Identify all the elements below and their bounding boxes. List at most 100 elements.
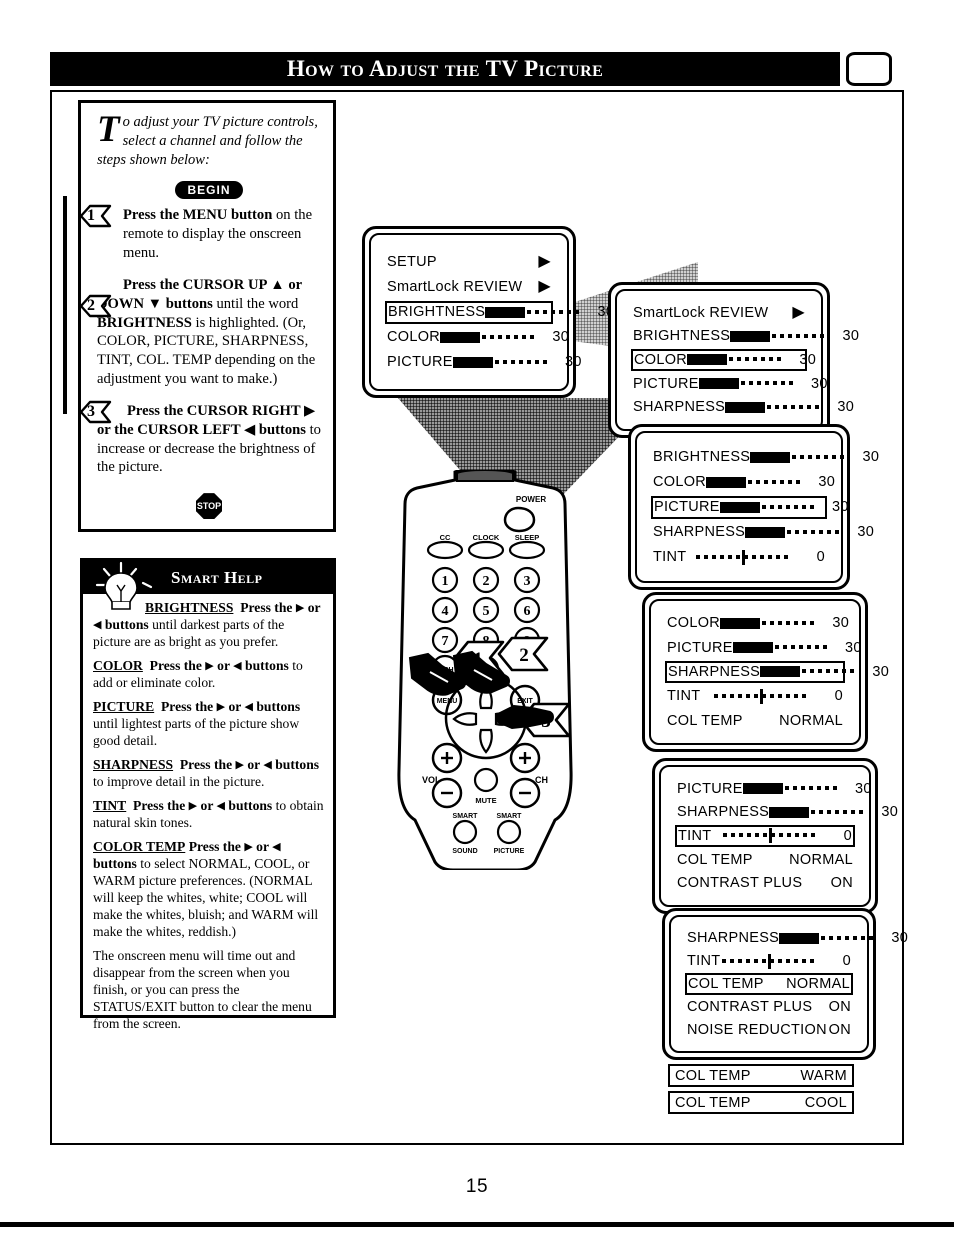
osd-strip-cool-label: COL TEMP xyxy=(675,1094,751,1111)
bottom-rule xyxy=(0,1222,954,1227)
help-entry-color-temp: COLOR TEMP Press the ▶ or ◀ buttons to s… xyxy=(93,838,319,939)
osd-row[interactable]: TINT 0 xyxy=(675,825,855,847)
osd-row[interactable]: COLOR 30 xyxy=(631,349,816,371)
osd-row[interactable]: COL TEMP NORMAL xyxy=(675,849,855,871)
callout-2-number: 2 xyxy=(519,645,529,666)
step-2: 2 Press the CURSOR UP ▲ or DOWN ▼ button… xyxy=(79,276,321,388)
step-3-text: Press the CURSOR RIGHT ▶ or the CURSOR L… xyxy=(97,403,321,476)
osd-row[interactable]: CONTRAST PLUS ON xyxy=(685,997,853,1018)
osd-row[interactable]: COL TEMP NORMAL xyxy=(685,973,853,995)
tv-icon xyxy=(846,52,892,86)
osd-row[interactable]: SHARPNESS 30 xyxy=(631,396,854,418)
osd-row-label: PICTURE xyxy=(677,780,743,797)
remote-key-menu: MENU xyxy=(437,698,458,705)
osd-row-label: PICTURE xyxy=(387,354,453,370)
osd-row-label: CONTRAST PLUS xyxy=(677,875,803,892)
osd-row-label: SHARPNESS xyxy=(668,663,761,680)
osd-row[interactable]: NOISE REDUCTION ON xyxy=(685,1019,853,1040)
osd-row[interactable]: TINT 0 xyxy=(685,951,853,972)
osd-row[interactable]: COL TEMP NORMAL xyxy=(665,710,845,732)
remote-label-power: POWER xyxy=(516,495,546,504)
osd-row-value: 30 xyxy=(842,328,860,345)
osd-row[interactable]: PICTURE 30 xyxy=(631,373,827,395)
osd-row-value: 30 xyxy=(811,375,828,392)
osd-row-label: TINT xyxy=(653,549,687,565)
osd-level-bar xyxy=(452,356,549,369)
osd-row[interactable]: COLOR 30 xyxy=(385,326,569,349)
osd-level-bar xyxy=(732,641,829,654)
osd-row-value: 0 xyxy=(834,688,843,705)
osd-row[interactable]: PICTURE 30 xyxy=(665,636,861,658)
begin-badge-wrap: BEGIN xyxy=(97,181,321,200)
osd-row-value: 30 xyxy=(799,351,817,368)
osd-row-label: SmartLock REVIEW xyxy=(633,304,769,321)
osd-row[interactable]: COLOR 30 xyxy=(651,471,835,494)
step-3: 3 Press the CURSOR RIGHT ▶ or the CURSOR… xyxy=(79,401,321,477)
osd-level-bar xyxy=(698,377,795,390)
osd-level-bar xyxy=(779,932,876,945)
osd-row[interactable]: SHARPNESS 30 xyxy=(675,802,898,824)
osd-row[interactable]: TINT 0 xyxy=(665,685,845,707)
osd-row-value: 30 xyxy=(855,780,872,797)
pointing-hand-3 xyxy=(497,704,554,730)
remote-key-4: 4 xyxy=(442,604,449,619)
smart-help-body: BRIGHTNESS Press the ▶ or ◀ buttons unti… xyxy=(83,594,333,1044)
osd-row-value: 0 xyxy=(843,827,852,844)
step-2-number: 2 xyxy=(87,297,95,315)
osd-row-value: 30 xyxy=(845,639,862,656)
osd-level-bar xyxy=(720,617,817,630)
osd-level-bar xyxy=(440,331,537,344)
step-1: 1 Press the MENU button on the remote to… xyxy=(79,205,321,262)
osd-row-label: SHARPNESS xyxy=(687,930,780,947)
osd-row-label: SHARPNESS xyxy=(633,399,726,416)
step-3-number: 3 xyxy=(87,403,95,421)
osd-panel-col-temp: SHARPNESS 30 TINT 0 COL TEMP NORMAL CONTRAST P… xyxy=(662,908,908,1060)
intro-text: o adjust your TV picture controls, selec… xyxy=(97,114,318,169)
osd-panel-sharpness: COLOR 30 PICTURE 30 SHARPNESS 30 TINT 0 COL TEMP… xyxy=(642,592,889,752)
osd-level-bar xyxy=(760,665,857,678)
osd-level-bar xyxy=(750,451,847,464)
intro-paragraph: To adjust your TV picture controls, sele… xyxy=(97,111,321,170)
osd-row-value: NORMAL xyxy=(789,851,853,868)
osd-row-value: ON xyxy=(830,875,853,892)
osd-row[interactable]: PICTURE 30 xyxy=(675,778,871,800)
osd-panel-setup: SETUP ▶ SmartLock REVIEW ▶ BRIGHTNESS 30 COLOR… xyxy=(362,226,614,398)
step-1-marker: 1 xyxy=(79,204,113,228)
osd-row[interactable]: BRIGHTNESS 30 xyxy=(631,326,859,348)
osd-row-label: BRIGHTNESS xyxy=(633,328,731,345)
remote-key-5: 5 xyxy=(483,604,490,619)
osd-row-label: COL TEMP xyxy=(688,975,764,992)
osd-row[interactable]: PICTURE 30 xyxy=(651,495,848,519)
osd-level-bar xyxy=(742,782,839,795)
osd-row[interactable]: SHARPNESS 30 xyxy=(665,660,889,684)
remote-label-clock: CLOCK xyxy=(473,533,500,542)
osd-row[interactable]: SmartLock REVIEW ▶ xyxy=(385,276,553,299)
osd-row-value: 0 xyxy=(842,953,851,970)
osd-row[interactable]: CONTRAST PLUS ON xyxy=(675,872,855,894)
page-title: How to Adjust the TV Picture xyxy=(286,56,604,81)
osd-row-label: COL TEMP xyxy=(667,712,743,729)
step-2-text: Press the CURSOR UP ▲ or DOWN ▼ buttons … xyxy=(97,277,316,387)
help-entry-color: COLOR Press the ▶ or ◀ buttons to add or… xyxy=(93,657,303,690)
osd-level-bar xyxy=(485,306,582,319)
step-connector-line xyxy=(63,196,67,414)
osd-row[interactable]: SHARPNESS 30 xyxy=(651,521,874,544)
osd-row[interactable]: PICTURE 30 xyxy=(385,351,581,374)
remote-key-2: 2 xyxy=(483,574,490,589)
osd-row[interactable]: TINT 0 xyxy=(651,546,827,569)
help-entry-tint: TINT Press the ▶ or ◀ buttons to obtain … xyxy=(93,797,324,830)
osd-strip-warm: COL TEMP WARM xyxy=(668,1064,854,1087)
step-1-number: 1 xyxy=(87,207,95,225)
osd-row[interactable]: SETUP ▶ xyxy=(385,251,553,274)
osd-row[interactable]: SHARPNESS 30 xyxy=(685,928,908,949)
osd-row[interactable]: BRIGHTNESS 30 xyxy=(385,300,614,324)
page-header-bar: How to Adjust the TV Picture xyxy=(50,52,840,86)
step-1-text: Press the MENU button on the remote to d… xyxy=(123,207,313,261)
osd-row[interactable]: SmartLock REVIEW ▶ xyxy=(631,302,807,324)
osd-row[interactable]: COLOR 30 xyxy=(665,612,849,634)
osd-center-slider xyxy=(696,549,792,565)
osd-row[interactable]: BRIGHTNESS 30 xyxy=(651,446,879,469)
page-number: 15 xyxy=(465,1176,489,1197)
remote-label-ch: CH xyxy=(535,775,548,785)
osd-row-value: NORMAL xyxy=(779,712,843,729)
